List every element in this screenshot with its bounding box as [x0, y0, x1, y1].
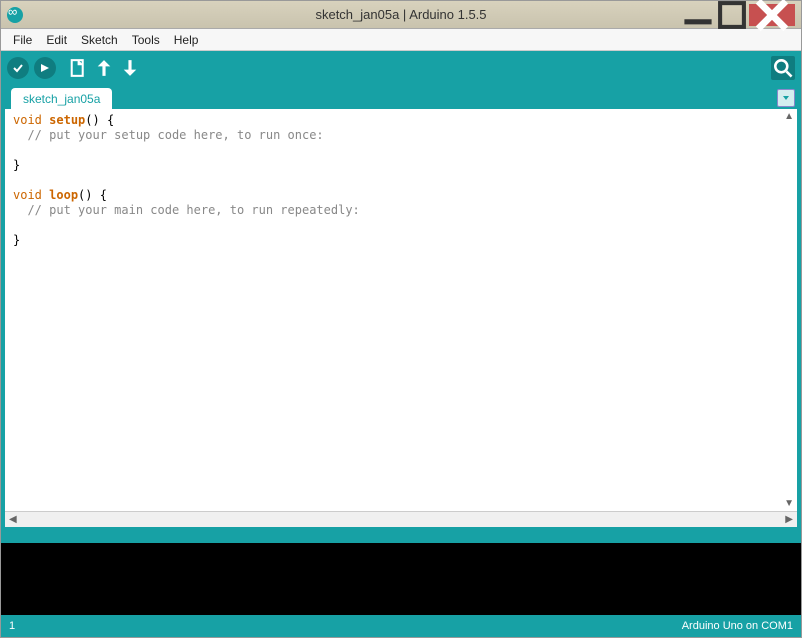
scroll-down-icon[interactable]: ▼ [784, 498, 794, 509]
tab-strip: sketch_jan05a [1, 85, 801, 109]
close-button[interactable] [749, 4, 795, 26]
window-title: sketch_jan05a | Arduino 1.5.5 [315, 7, 486, 22]
window-controls [681, 4, 795, 26]
tab-menu-dropdown[interactable] [777, 89, 795, 107]
menu-tools[interactable]: Tools [126, 31, 166, 49]
save-button[interactable] [119, 57, 141, 79]
minimize-button[interactable] [681, 4, 715, 26]
verify-button[interactable] [7, 57, 29, 79]
arduino-app-icon [7, 7, 23, 23]
scroll-up-icon[interactable]: ▲ [784, 111, 794, 122]
h-scrollbar[interactable]: ◀ ▶ [5, 511, 797, 527]
comment: // put your main code here, to run repea… [13, 203, 360, 217]
function-name: loop [49, 188, 78, 202]
serial-monitor-button[interactable] [771, 56, 795, 80]
code-text: } [13, 158, 20, 172]
editor: void setup() { // put your setup code he… [5, 109, 797, 527]
code-editor[interactable]: void setup() { // put your setup code he… [5, 109, 797, 511]
message-bar [1, 527, 801, 543]
menu-file[interactable]: File [7, 31, 38, 49]
keyword: void [13, 188, 42, 202]
statusbar: 1 Arduino Uno on COM1 [1, 615, 801, 637]
tab-sketch[interactable]: sketch_jan05a [11, 88, 112, 110]
menu-help[interactable]: Help [168, 31, 205, 49]
menubar: File Edit Sketch Tools Help [1, 29, 801, 51]
function-name: setup [49, 113, 85, 127]
open-button[interactable] [93, 57, 115, 79]
line-number: 1 [9, 620, 15, 632]
code-text: () { [85, 113, 114, 127]
menu-sketch[interactable]: Sketch [75, 31, 124, 49]
maximize-button[interactable] [715, 4, 749, 26]
board-port: Arduino Uno on COM1 [682, 620, 793, 632]
comment: // put your setup code here, to run once… [13, 128, 324, 142]
keyword: void [13, 113, 42, 127]
scroll-left-icon[interactable]: ◀ [9, 514, 17, 525]
titlebar: sketch_jan05a | Arduino 1.5.5 [1, 1, 801, 29]
new-button[interactable] [67, 57, 89, 79]
toolbar [1, 51, 801, 85]
code-text: () { [78, 188, 107, 202]
scroll-right-icon[interactable]: ▶ [785, 514, 793, 525]
code-text: } [13, 233, 20, 247]
editor-wrap: void setup() { // put your setup code he… [1, 109, 801, 527]
menu-edit[interactable]: Edit [40, 31, 73, 49]
console[interactable] [1, 543, 801, 615]
upload-button[interactable] [34, 57, 56, 79]
